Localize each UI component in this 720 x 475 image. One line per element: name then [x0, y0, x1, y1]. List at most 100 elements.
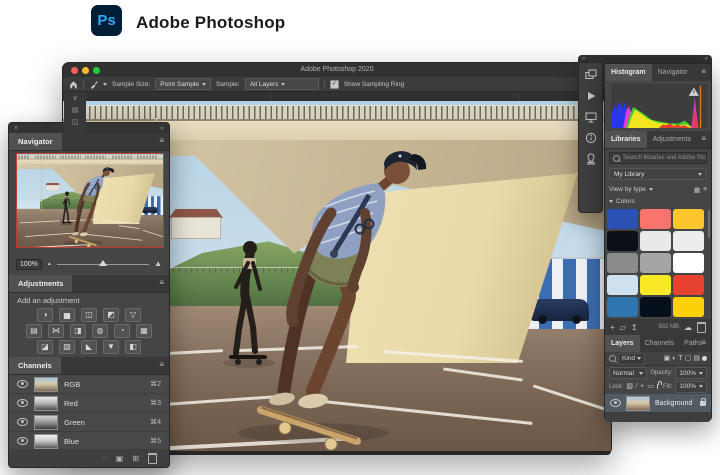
color-swatch[interactable] [640, 231, 671, 251]
save-selection-icon[interactable]: ▣ [116, 454, 124, 463]
new-channel-icon[interactable]: ⊞ [132, 454, 139, 463]
color-swatch[interactable] [640, 209, 671, 229]
color-swatch[interactable] [640, 297, 671, 317]
sample-size-dropdown[interactable]: Point Sample [155, 78, 211, 90]
add-library-item-icon[interactable]: + [610, 323, 615, 332]
vibrance-icon[interactable]: ▽ [125, 308, 141, 322]
color-lookup-icon[interactable]: ▦ [136, 324, 152, 338]
channel-row-red[interactable]: Red ⌘3 [9, 394, 169, 413]
tab-channels[interactable]: Channels [9, 357, 61, 374]
collapse-dock-icon[interactable]: « [705, 56, 708, 62]
channel-row-rgb[interactable]: RGB ⌘2 [9, 375, 169, 394]
export-panel-icon[interactable] [585, 111, 597, 123]
upload-icon[interactable]: ↥ [631, 323, 638, 332]
chevron-down-icon[interactable] [649, 188, 653, 191]
colors-section-header[interactable]: Colors [609, 198, 635, 205]
actions-panel-icon[interactable] [585, 90, 597, 102]
fill-dropdown[interactable]: 100% [675, 381, 707, 393]
panel-menu-icon[interactable]: ≡ [701, 135, 706, 143]
selective-color-icon[interactable]: ◧ [125, 340, 141, 354]
layer-thumbnail[interactable] [626, 396, 650, 411]
layer-row-background[interactable]: Background [605, 394, 711, 412]
lock-transparency-icon[interactable]: ▨ [626, 383, 633, 390]
threshold-icon[interactable]: ◣ [81, 340, 97, 354]
exposure-icon[interactable]: ◩ [103, 308, 119, 322]
color-swatch[interactable] [607, 231, 638, 251]
background-lock-icon[interactable] [700, 401, 706, 406]
panel-menu-icon[interactable]: ≡ [159, 137, 164, 145]
channel-mixer-icon[interactable]: ◔ [114, 324, 130, 338]
panel-menu-icon[interactable]: ≡ [701, 68, 706, 76]
zoom-percentage-field[interactable]: 100% [16, 259, 42, 270]
expand-dock-icon[interactable]: » [582, 56, 585, 62]
tab-navigator-right[interactable]: Navigator [652, 64, 694, 81]
library-select-dropdown[interactable]: My Library [609, 168, 707, 180]
navigator-preview-image[interactable] [16, 153, 164, 248]
tab-adjustments[interactable]: Adjustments [9, 275, 72, 292]
color-swatch[interactable] [607, 253, 638, 273]
invert-icon[interactable]: ◪ [37, 340, 53, 354]
right-dock-drag-bar[interactable]: » « [578, 55, 712, 63]
filter-pixel-layers-icon[interactable]: ▣ [664, 355, 671, 362]
filter-adjustment-layers-icon[interactable]: ◐ [672, 355, 676, 362]
sample-layers-dropdown[interactable]: All Layers [245, 78, 319, 90]
tab-channels-right[interactable]: Channels [640, 335, 680, 352]
grid-view-icon[interactable]: ▦ [694, 186, 700, 194]
panel-menu-icon[interactable]: ≡ [701, 339, 706, 347]
list-view-icon[interactable]: ≡ [703, 186, 707, 193]
color-swatch[interactable] [607, 275, 638, 295]
library-search-input[interactable]: Search libraries and Adobe Stock [609, 152, 707, 164]
brightness-contrast-icon[interactable]: ◑ [37, 308, 53, 322]
tab-adjustments-right[interactable]: Adjustments [647, 131, 698, 148]
visibility-eye-icon[interactable] [17, 380, 28, 388]
visibility-eye-icon[interactable] [610, 399, 621, 407]
eyedropper-tool-icon[interactable] [89, 80, 98, 89]
panel-menu-icon[interactable]: ≡ [159, 279, 164, 287]
visibility-eye-icon[interactable] [17, 437, 28, 445]
filter-type-layers-icon[interactable]: T [678, 355, 682, 362]
black-white-icon[interactable]: ◨ [70, 324, 86, 338]
visibility-eye-icon[interactable] [17, 418, 28, 426]
home-icon[interactable] [69, 80, 78, 89]
gradient-map-icon[interactable]: ▼ [103, 340, 119, 354]
color-panel-icon[interactable] [585, 69, 597, 81]
collapse-panel-icon[interactable]: « [160, 125, 164, 132]
lock-artboard-icon[interactable]: ▭ [647, 383, 654, 390]
panel-menu-icon[interactable]: ≡ [159, 361, 164, 369]
posterize-icon[interactable]: ▨ [59, 340, 75, 354]
view-by-label[interactable]: View by type [609, 186, 646, 193]
zoom-slider[interactable] [57, 264, 149, 265]
color-swatch[interactable] [607, 209, 638, 229]
clone-stamp-panel-icon[interactable] [585, 153, 597, 165]
filter-kind-dropdown[interactable]: Kind [618, 353, 645, 365]
show-sampling-ring-checkbox[interactable]: ✓ [330, 80, 339, 89]
color-swatch[interactable] [673, 253, 704, 273]
lock-position-icon[interactable]: + [640, 383, 644, 390]
color-swatch[interactable] [673, 297, 704, 317]
curves-icon[interactable]: ◫ [81, 308, 97, 322]
chevron-down-icon[interactable] [103, 83, 107, 86]
tab-navigator[interactable]: Navigator [9, 133, 62, 150]
zoom-slider-thumb[interactable] [99, 260, 107, 266]
tab-histogram[interactable]: Histogram [605, 64, 652, 81]
window-titlebar[interactable]: Adobe Photoshop 2020 [63, 63, 611, 77]
color-swatch[interactable] [640, 275, 671, 295]
hue-saturation-icon[interactable]: ▤ [26, 324, 42, 338]
info-panel-icon[interactable] [585, 132, 597, 144]
folder-icon[interactable]: ▱ [620, 323, 626, 332]
layer-filtering-toggle[interactable] [702, 356, 707, 361]
zoom-in-icon[interactable]: ▲ [154, 260, 162, 268]
collapsed-tools-dock[interactable]: ∨ ▤ ◫ [64, 92, 86, 140]
filter-smart-object-icon[interactable]: ▤ [693, 355, 700, 362]
color-swatch[interactable] [640, 253, 671, 273]
channel-row-green[interactable]: Green ⌘4 [9, 413, 169, 432]
photo-filter-icon[interactable]: ◍ [92, 324, 108, 338]
tab-libraries[interactable]: Libraries [605, 131, 647, 148]
color-swatch[interactable] [607, 297, 638, 317]
zoom-out-icon[interactable]: ▲ [47, 262, 52, 267]
opacity-dropdown[interactable]: 100% [675, 367, 707, 379]
load-selection-icon[interactable]: ◌ [102, 454, 107, 463]
visibility-eye-icon[interactable] [17, 399, 28, 407]
filter-shape-layers-icon[interactable]: ▢ [685, 355, 692, 362]
delete-channel-icon[interactable] [148, 453, 157, 464]
